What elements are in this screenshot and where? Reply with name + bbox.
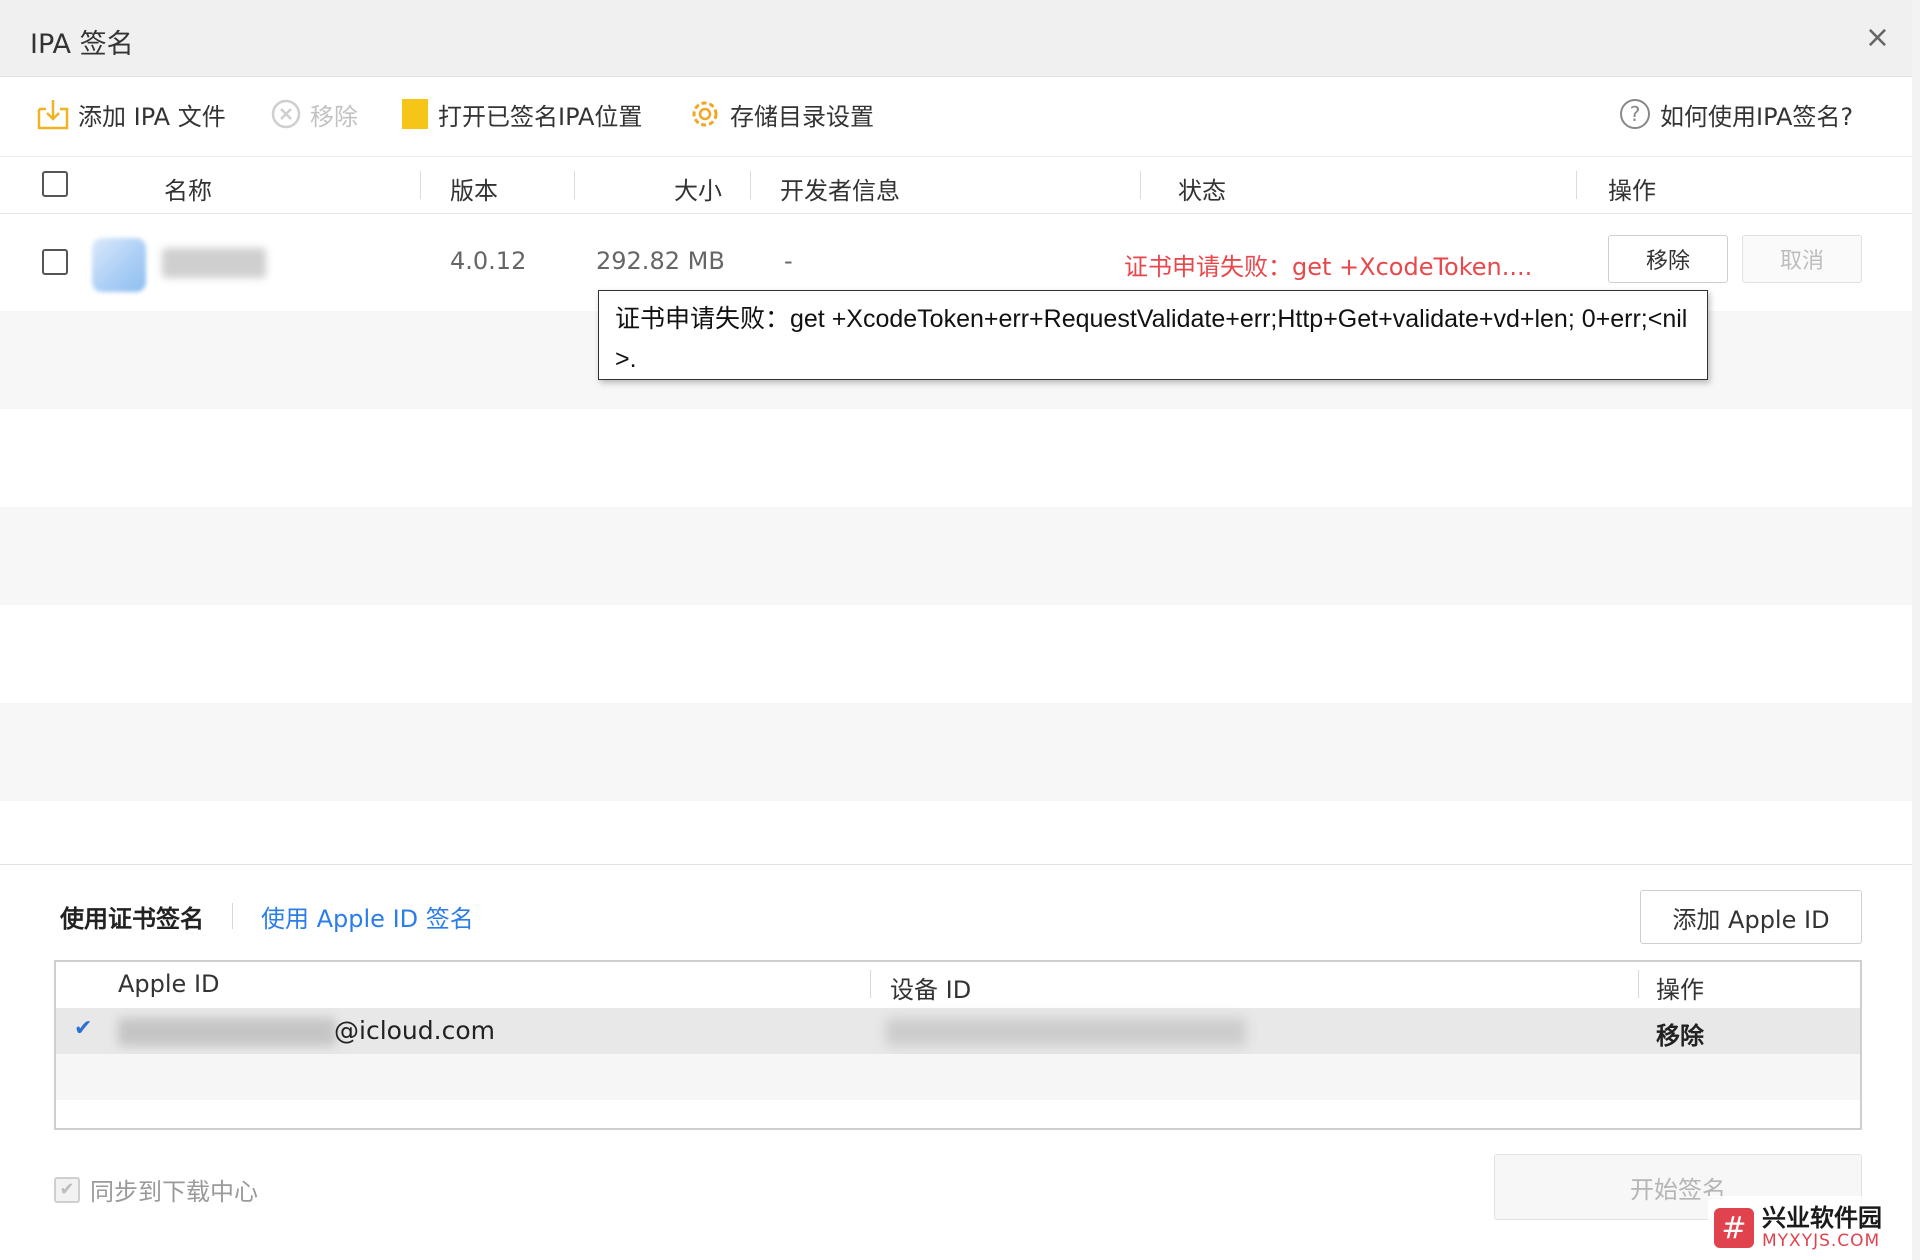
storage-settings-label: 存储目录设置	[730, 102, 874, 131]
col-divider	[750, 171, 751, 199]
watermark-cn: 兴业软件园	[1762, 1204, 1882, 1232]
col-size: 大小	[674, 177, 722, 205]
sync-label: 同步到下载中心	[90, 1178, 258, 1206]
col-divider	[420, 171, 421, 199]
row-version: 4.0.12	[450, 247, 527, 275]
help-label: 如何使用IPA签名?	[1660, 102, 1854, 131]
apple-id-remove-link[interactable]: 移除	[1656, 1016, 1704, 1051]
sync-checkbox[interactable]: ✔	[54, 1176, 80, 1203]
empty-row	[0, 605, 1912, 703]
app-icon	[92, 238, 146, 292]
watermark-logo: #	[1714, 1208, 1754, 1248]
col-id-actions: 操作	[1656, 976, 1704, 1004]
apple-id-row[interactable]: ✔ @icloud.com 移除	[56, 1008, 1860, 1054]
empty-row	[0, 507, 1912, 605]
ipa-sign-dialog: IPA 签名 × 添加 IPA 文件 移除 打开已签名IPA位置 存储目录设置 …	[0, 0, 1913, 1260]
remove-button[interactable]: 移除	[270, 96, 358, 132]
close-icon[interactable]: ×	[1865, 20, 1890, 55]
col-name: 名称	[164, 177, 212, 205]
status-tooltip: 证书申请失败：get +XcodeToken+err+RequestValida…	[598, 290, 1708, 380]
sync-download-center[interactable]: ✔ 同步到下载中心	[54, 1172, 258, 1207]
open-signed-location-button[interactable]: 打开已签名IPA位置	[400, 96, 642, 132]
dialog-title: IPA 签名	[30, 29, 134, 60]
tab-certificate[interactable]: 使用证书签名	[60, 899, 204, 934]
col-status: 状态	[1178, 177, 1226, 205]
row-checkbox[interactable]	[42, 249, 68, 275]
empty-row	[56, 1054, 1860, 1100]
app-name-redacted	[162, 248, 266, 278]
ipa-table-header: 名称 版本 大小 开发者信息 状态 操作	[0, 156, 1912, 214]
gear-icon	[692, 101, 718, 127]
folder-icon	[402, 99, 428, 129]
empty-row	[0, 703, 1912, 801]
remove-circle-icon	[271, 99, 301, 129]
window-edge	[1912, 0, 1920, 1260]
empty-row	[0, 409, 1912, 507]
add-ipa-label: 添加 IPA 文件	[78, 102, 226, 131]
open-signed-label: 打开已签名IPA位置	[438, 102, 643, 131]
select-all-checkbox[interactable]	[42, 171, 68, 197]
add-apple-id-button[interactable]: 添加 Apple ID	[1640, 890, 1862, 944]
svg-text:?: ?	[1630, 102, 1641, 126]
col-divider	[1638, 970, 1639, 998]
row-developer: -	[784, 247, 793, 275]
signing-method-tabs: 使用证书签名 使用 Apple ID 签名	[60, 896, 474, 936]
col-actions: 操作	[1608, 177, 1656, 205]
col-device-id: 设备 ID	[890, 976, 972, 1004]
watermark: # 兴业软件园 MYXYJS.COM	[1708, 1196, 1912, 1260]
col-apple-id: Apple ID	[118, 970, 220, 998]
selected-check-icon: ✔	[74, 1016, 93, 1041]
col-divider	[1140, 171, 1141, 199]
help-link[interactable]: ? 如何使用IPA签名?	[1618, 96, 1853, 132]
apple-id-table-header: Apple ID 设备 ID 操作	[56, 962, 1860, 1008]
watermark-text: 兴业软件园 MYXYJS.COM	[1762, 1205, 1882, 1251]
tab-divider	[232, 903, 233, 929]
row-size: 292.82 MB	[596, 247, 725, 275]
watermark-en: MYXYJS.COM	[1762, 1231, 1881, 1251]
storage-settings-button[interactable]: 存储目录设置	[688, 96, 874, 132]
add-ipa-button[interactable]: 添加 IPA 文件	[36, 96, 226, 132]
remove-label: 移除	[310, 102, 358, 131]
tab-apple-id[interactable]: 使用 Apple ID 签名	[261, 899, 474, 934]
add-file-icon	[37, 100, 69, 130]
row-cancel-button[interactable]: 取消	[1742, 235, 1862, 283]
col-version: 版本	[450, 177, 498, 205]
col-divider	[1576, 171, 1577, 199]
toolbar: 添加 IPA 文件 移除 打开已签名IPA位置 存储目录设置 ? 如何使用IPA…	[0, 88, 1912, 140]
section-divider	[0, 864, 1912, 865]
title-bar: IPA 签名 ×	[0, 0, 1912, 77]
row-remove-button[interactable]: 移除	[1608, 235, 1728, 283]
col-divider	[574, 171, 575, 199]
help-icon: ?	[1620, 99, 1650, 129]
col-divider	[870, 970, 871, 998]
apple-id-table: Apple ID 设备 ID 操作 ✔ @icloud.com 移除	[54, 960, 1862, 1130]
email-redacted	[118, 1018, 336, 1046]
apple-id-email: @icloud.com	[334, 1016, 495, 1045]
device-id-redacted	[886, 1018, 1246, 1046]
col-developer: 开发者信息	[780, 177, 900, 205]
row-status[interactable]: 证书申请失败：get +XcodeToken....	[1124, 247, 1532, 282]
